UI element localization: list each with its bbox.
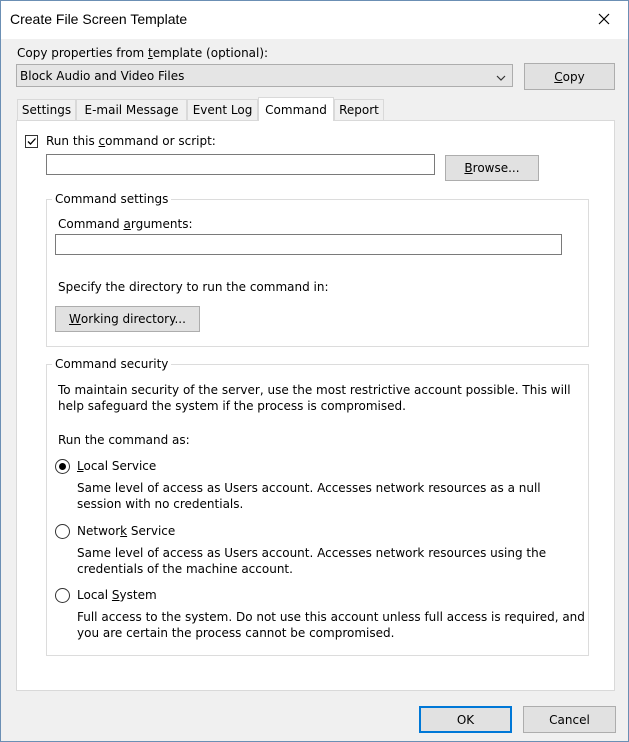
command-path-input[interactable] [46, 154, 435, 175]
working-directory-text: Specify the directory to run the command… [58, 280, 329, 294]
tab-settings[interactable]: Settings [17, 99, 76, 120]
copy-button[interactable]: Copy [524, 63, 615, 90]
network-service-description: Same level of access as Users account. A… [77, 546, 547, 576]
local-system-label: Local System [77, 588, 157, 602]
window-title: Create File Screen Template [10, 11, 188, 27]
local-service-radio[interactable] [55, 459, 70, 474]
network-service-radio[interactable] [55, 524, 70, 539]
close-icon[interactable] [588, 4, 620, 34]
run-command-label: Run this command or script: [46, 134, 216, 148]
copy-from-label: Copy properties from template (optional)… [17, 46, 269, 60]
tab-event-log[interactable]: Event Log [187, 99, 258, 120]
local-system-description: Full access to the system. Do not use th… [77, 610, 585, 640]
dialog-window: Create File Screen Template Copy propert… [0, 0, 629, 742]
command-security-label: Command security [52, 357, 172, 371]
browse-button[interactable]: Browse... [445, 155, 539, 181]
run-as-label: Run the command as: [58, 433, 190, 447]
run-command-checkbox[interactable] [25, 135, 38, 148]
network-service-label: Network Service [77, 524, 176, 538]
cancel-button[interactable]: Cancel [523, 706, 616, 733]
checkmark-icon [27, 138, 36, 145]
ok-button[interactable]: OK [419, 706, 512, 733]
tab-email-message[interactable]: E-mail Message [76, 99, 187, 120]
command-arguments-input[interactable] [55, 234, 562, 255]
radio-selected-dot [59, 463, 66, 470]
security-intro-text: To maintain security of the server, use … [58, 383, 571, 413]
tab-command[interactable]: Command [258, 97, 334, 121]
working-directory-button[interactable]: Working directory... [55, 306, 200, 332]
local-system-radio[interactable] [55, 588, 70, 603]
tab-report[interactable]: Report [334, 99, 384, 120]
local-service-description: Same level of access as Users account. A… [77, 481, 541, 511]
command-arguments-label: Command arguments: [58, 217, 193, 231]
template-select-value: Block Audio and Video Files [20, 69, 185, 83]
title-bar: Create File Screen Template [1, 1, 628, 39]
command-settings-label: Command settings [52, 192, 172, 206]
template-select[interactable]: Block Audio and Video Files [16, 64, 513, 87]
chevron-down-icon [496, 71, 506, 85]
local-service-label: Local Service [77, 459, 157, 473]
